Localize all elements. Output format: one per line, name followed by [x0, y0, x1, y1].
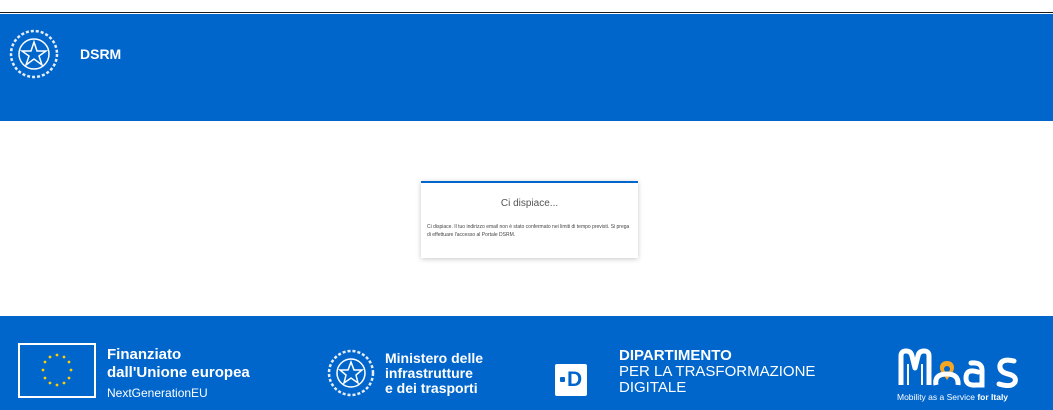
- department-text: DIPARTIMENTO PER LA TRASFORMAZIONE DIGIT…: [619, 348, 815, 396]
- department-line-3: DIGITALE: [619, 379, 687, 396]
- maas-tagline: Mobility as a Service for Italy: [897, 392, 1008, 402]
- ministry-emblem-icon: [327, 349, 375, 397]
- eu-line-3: NextGenerationEU: [107, 386, 208, 400]
- dtd-logo-icon: D: [555, 364, 587, 396]
- eu-funding-text: Finanziato dall'Unione europea NextGener…: [107, 347, 250, 403]
- dialog-message: Ci dispiace. Il tuo indirizzo email non …: [427, 224, 630, 238]
- italian-republic-emblem-icon: [9, 29, 59, 79]
- dialog-title: Ci dispiace...: [500, 198, 559, 209]
- ministry-text: Ministero delle infrastrutture e dei tra…: [385, 351, 483, 396]
- eu-line-2: dall'Unione europea: [107, 364, 250, 381]
- dtd-logo-letter: D: [567, 368, 583, 391]
- eu-line-1: Finanziato: [107, 346, 182, 363]
- maas-tagline-bold: for Italy: [977, 392, 1009, 402]
- department-line-2: PER LA TRASFORMAZIONE: [619, 363, 816, 380]
- error-dialog: Ci dispiace... Ci dispiace. Il tuo indir…: [421, 181, 638, 258]
- site-header: DSRM: [0, 14, 1053, 121]
- maas-logo-icon: [898, 348, 1018, 388]
- ministry-line-2: infrastrutture: [385, 365, 473, 381]
- maas-tagline-regular: Mobility as a Service: [897, 392, 975, 402]
- top-border: [0, 0, 1053, 13]
- ministry-line-1: Ministero delle: [385, 350, 484, 366]
- ministry-line-3: e dei trasporti: [385, 380, 478, 396]
- eu-flag-icon: [18, 343, 96, 398]
- app-title: DSRM: [80, 46, 122, 62]
- dtd-logo-dot: [560, 377, 565, 382]
- department-line-1: DIPARTIMENTO: [619, 347, 732, 364]
